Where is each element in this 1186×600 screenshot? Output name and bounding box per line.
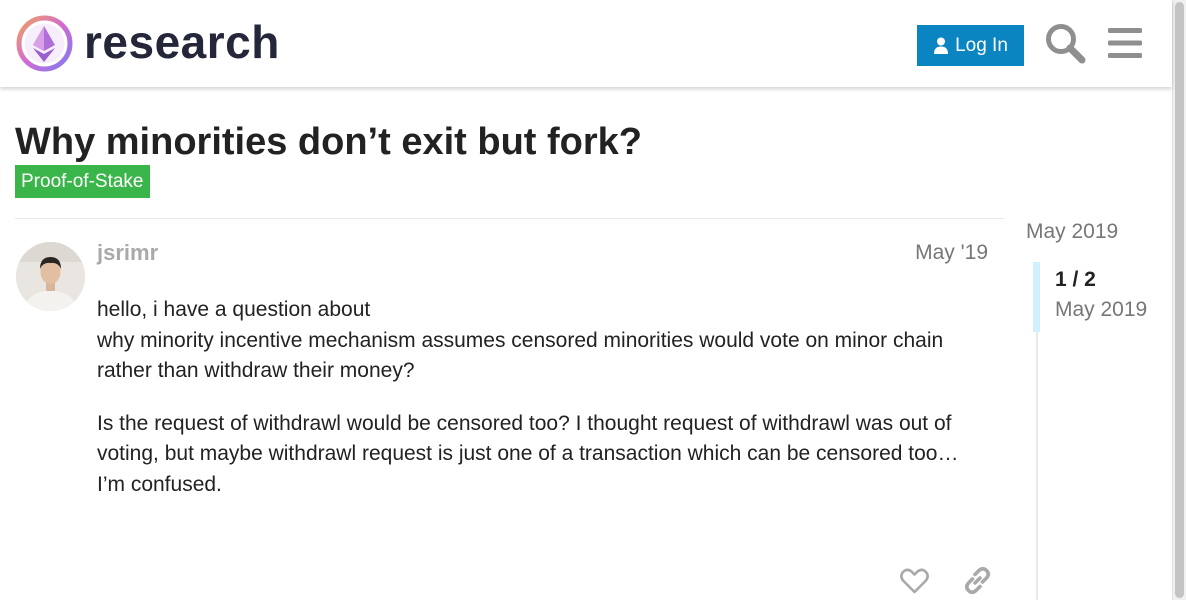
heart-icon[interactable] [899,565,930,596]
timeline-start-date[interactable]: May 2019 [1026,220,1118,244]
login-button[interactable]: Log In [917,25,1024,66]
avatar[interactable] [16,242,85,311]
post-body: hello, i have a question about why minor… [97,295,992,500]
category-badge[interactable]: Proof-of-Stake [15,165,150,198]
user-icon [934,37,949,54]
post-text-line: hello, i have a question about [97,298,371,321]
site-logo-icon[interactable] [16,15,73,72]
post-username[interactable]: jsrimr [97,240,158,266]
timeline-handle[interactable] [1033,262,1040,332]
hamburger-menu-icon[interactable] [1106,24,1144,62]
scrollbar-thumb[interactable] [1175,2,1184,598]
site-header: research Log In [0,0,1172,87]
timeline-current-date: May 2019 [1055,298,1148,321]
login-label: Log In [955,34,1008,56]
timeline-post-count: 1 / 2 [1055,268,1096,291]
site-brand[interactable]: research [84,14,280,70]
link-icon[interactable] [963,565,992,596]
post-date[interactable]: May '19 [913,241,988,265]
topic-title[interactable]: Why minorities don’t exit but fork? [15,119,642,165]
divider [15,218,1004,219]
search-icon[interactable] [1044,22,1086,64]
page-scrollbar[interactable] [1172,0,1186,600]
post-text-line: why minority incentive mechanism assumes… [97,328,944,383]
post-paragraph: Is the request of withdrawl would be cen… [97,411,959,496]
post-paragraph: hello, i have a question about why minor… [97,295,992,387]
